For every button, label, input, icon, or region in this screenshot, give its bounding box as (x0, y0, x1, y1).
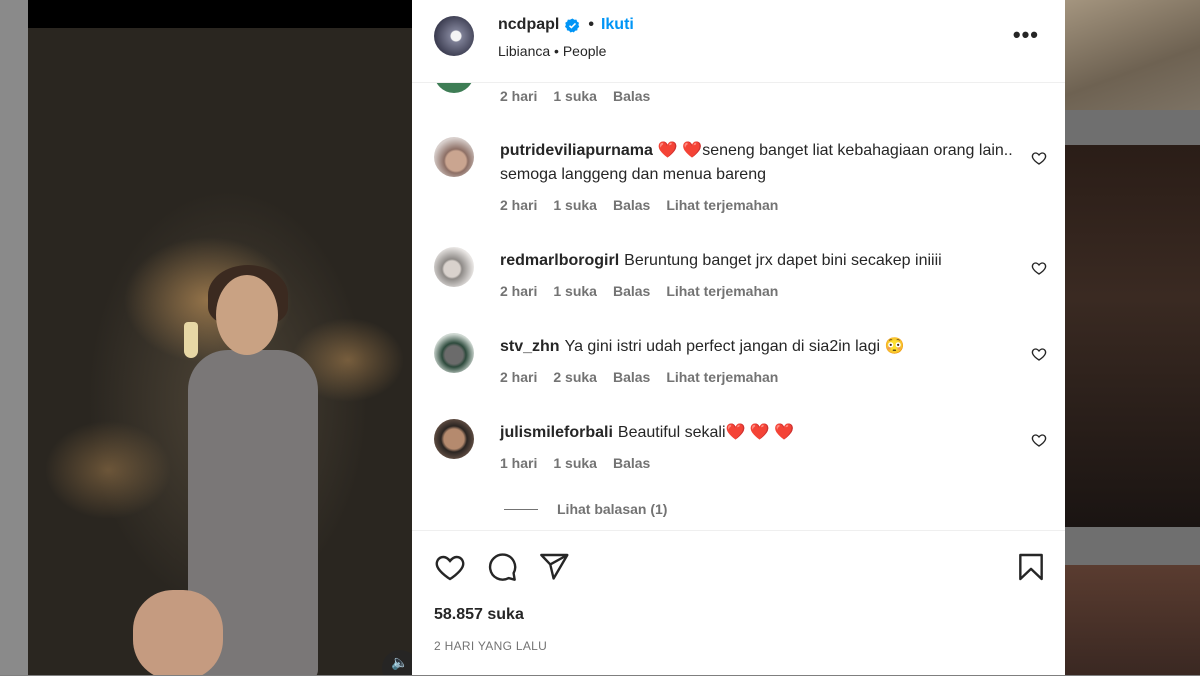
background-thumbnail (1065, 0, 1200, 110)
comment-text: Beruntung banget jrx dapet bini secakep … (624, 252, 942, 269)
avatar[interactable] (434, 83, 474, 93)
heart-icon[interactable] (434, 551, 466, 583)
separator-dot: • (588, 16, 594, 33)
reply-button[interactable]: Balas (613, 455, 650, 471)
comment-meta: 2 hari 1 suka Balas (500, 88, 666, 104)
more-horizontal-icon[interactable]: ••• (1013, 22, 1039, 48)
comment-meta: 2 hari 1 suka Balas Lihat terjemahan (500, 197, 794, 213)
post-panel: ncdpapl • Ikuti Libianca • People ••• 2 … (412, 0, 1065, 675)
comment-meta: 2 hari 2 suka Balas Lihat terjemahan (500, 369, 794, 385)
avatar[interactable] (434, 419, 474, 459)
reply-button[interactable]: Balas (613, 283, 650, 299)
media-figure-head (216, 275, 278, 355)
bookmark-icon[interactable] (1015, 551, 1047, 583)
comment-time: 2 hari (500, 283, 538, 299)
view-replies-button[interactable]: Lihat balasan (1) (557, 501, 667, 517)
translate-button[interactable]: Lihat terjemahan (666, 283, 778, 299)
comment-time: 2 hari (500, 197, 538, 213)
reply-button[interactable]: Balas (613, 88, 650, 104)
replies-divider (504, 509, 538, 510)
comment-likes[interactable]: 1 suka (553, 283, 597, 299)
like-comment-heart-icon[interactable] (1031, 432, 1047, 448)
comment-body: julismileforbali Beautiful sekali❤️ ❤️ ❤️ (500, 421, 1020, 445)
media-figure-leg (133, 590, 223, 675)
comment-meta: 2 hari 1 suka Balas Lihat terjemahan (500, 283, 794, 299)
avatar[interactable] (434, 137, 474, 177)
username[interactable]: ncdpapl (498, 16, 559, 34)
audio-label[interactable]: Libianca • People (498, 43, 606, 59)
send-icon[interactable] (538, 551, 570, 583)
comment-time: 1 hari (500, 455, 538, 471)
comment-username[interactable]: redmarlborogirl (500, 252, 619, 269)
background-thumbnail (1065, 565, 1200, 675)
translate-button[interactable]: Lihat terjemahan (666, 197, 778, 213)
post-header: ncdpapl • Ikuti Libianca • People ••• (412, 0, 1065, 83)
verified-badge-icon (565, 17, 580, 33)
follow-button[interactable]: Ikuti (601, 16, 634, 34)
comment-likes[interactable]: 1 suka (553, 455, 597, 471)
like-comment-heart-icon[interactable] (1031, 150, 1047, 166)
like-comment-heart-icon[interactable] (1031, 260, 1047, 276)
comment-time: 2 hari (500, 369, 538, 385)
comment-body: stv_zhn Ya gini istri udah perfect jangan… (500, 335, 1020, 359)
background-thumbnail (1065, 145, 1200, 527)
avatar[interactable] (434, 16, 474, 56)
comment-body: redmarlborogirl Beruntung banget jrx dape… (500, 249, 1020, 273)
header-user-row: ncdpapl • Ikuti (498, 16, 634, 34)
comment-body: putrideviliapurnama ❤️ ❤️seneng banget li… (500, 139, 1020, 187)
comment-username[interactable]: stv_zhn (500, 338, 560, 355)
comment-time: 2 hari (500, 88, 538, 104)
likes-count[interactable]: 58.857 suka (434, 606, 524, 624)
comment-username[interactable]: putrideviliapurnama (500, 142, 653, 159)
comment-meta: 1 hari 1 suka Balas (500, 455, 666, 471)
avatar[interactable] (434, 333, 474, 373)
reply-button[interactable]: Balas (613, 197, 650, 213)
comments-list: 2 hari 1 suka Balas putrideviliapurnama ❤… (412, 83, 1065, 530)
post-actions: 58.857 suka 2 HARI YANG LALU (412, 530, 1065, 676)
reply-button[interactable]: Balas (613, 369, 650, 385)
background-left (0, 0, 28, 675)
comment-likes[interactable]: 2 suka (553, 369, 597, 385)
comment-username[interactable]: julismileforbali (500, 424, 613, 441)
post-media[interactable]: 🔈 (28, 0, 412, 675)
speaker-icon[interactable]: 🔈 (382, 650, 412, 675)
translate-button[interactable]: Lihat terjemahan (666, 369, 778, 385)
comment-icon[interactable] (486, 551, 518, 583)
like-comment-heart-icon[interactable] (1031, 346, 1047, 362)
posted-time: 2 HARI YANG LALU (434, 639, 548, 653)
media-top-bar (28, 0, 412, 28)
comment-likes[interactable]: 1 suka (553, 197, 597, 213)
avatar[interactable] (434, 247, 474, 287)
comment-text: Beautiful sekali❤️ ❤️ ❤️ (617, 424, 795, 441)
media-glass (184, 322, 198, 358)
comment-likes[interactable]: 1 suka (553, 88, 597, 104)
comment-text: Ya gini istri udah perfect jangan di sia… (564, 338, 905, 355)
